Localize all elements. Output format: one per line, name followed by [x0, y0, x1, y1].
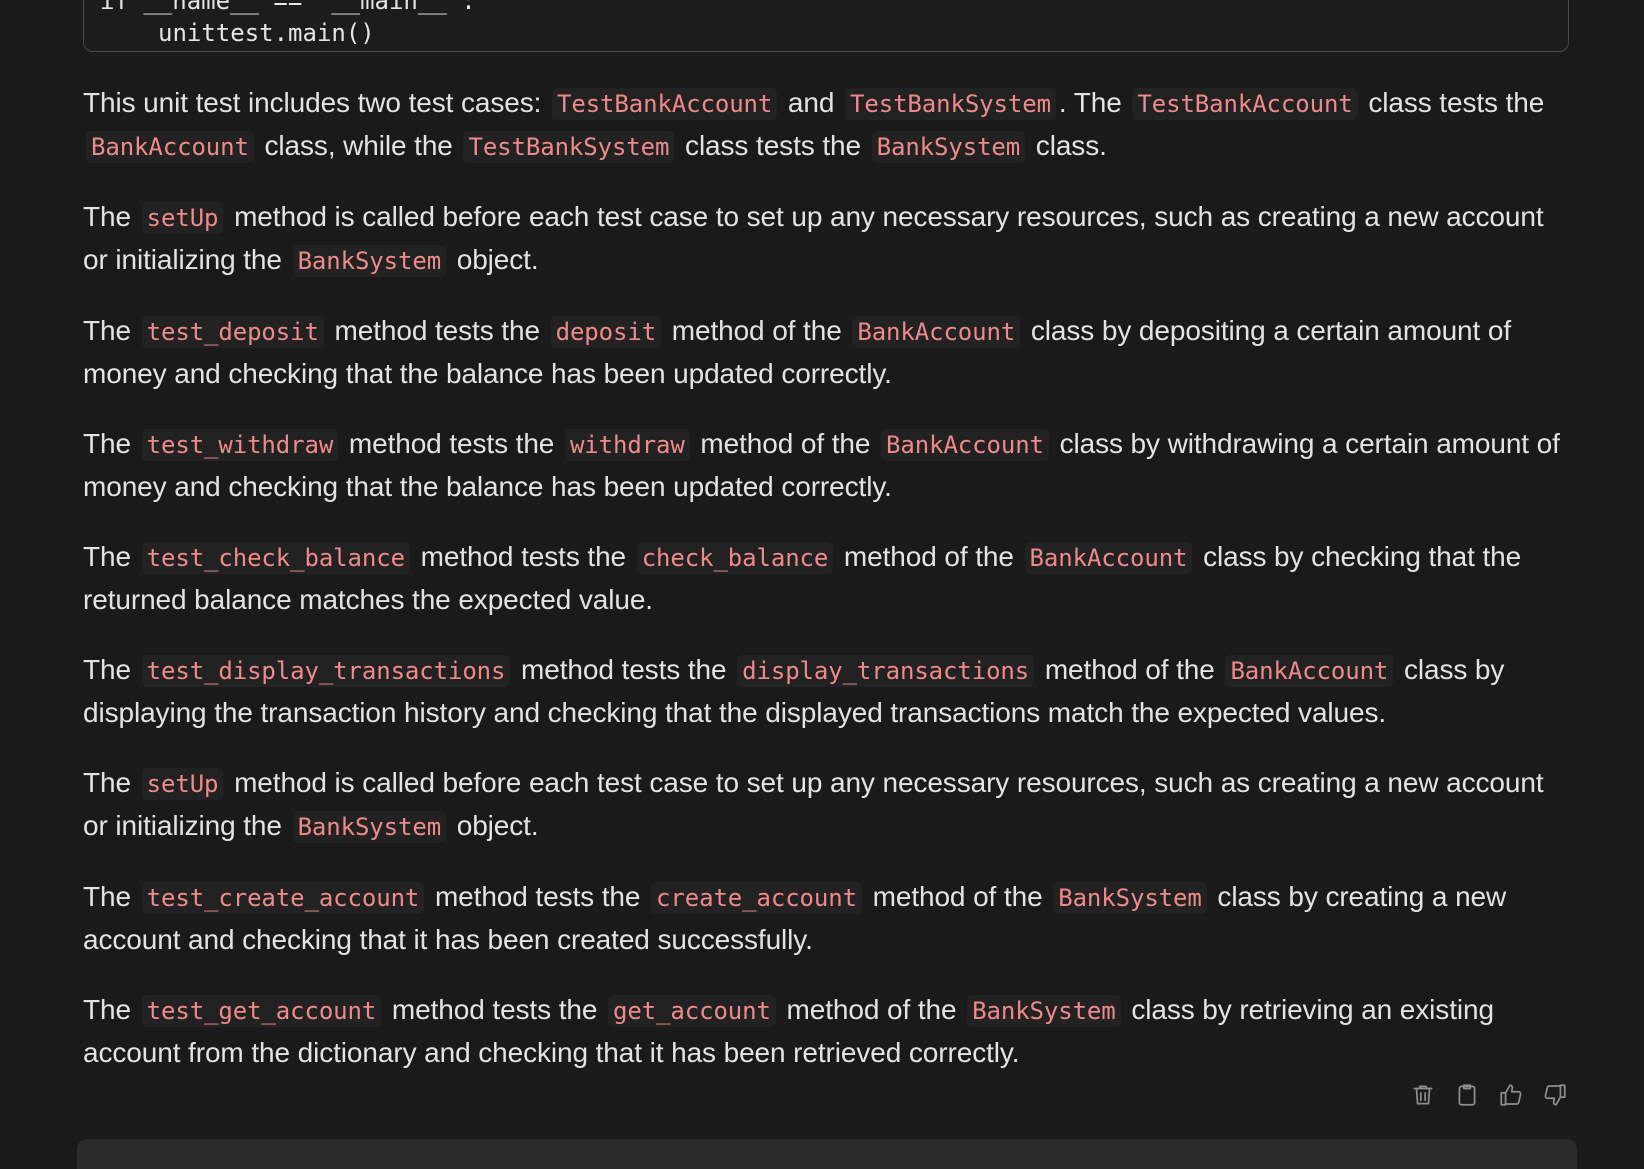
paragraph-text: The	[83, 541, 139, 572]
inline-code: BankSystem	[292, 811, 447, 843]
inline-code: BankAccount	[1024, 542, 1193, 574]
paragraph: The test_get_account method tests the ge…	[83, 989, 1573, 1074]
inline-code: BankSystem	[292, 245, 447, 277]
delete-button[interactable]	[1408, 1080, 1438, 1110]
paragraph-text: object.	[449, 810, 539, 841]
paragraph-text: method tests the	[427, 881, 649, 912]
inline-code: test_check_balance	[141, 542, 410, 574]
inline-code: BankSystem	[871, 131, 1026, 163]
paragraph: The test_check_balance method tests the …	[83, 536, 1573, 621]
inline-code: TestBankAccount	[1132, 88, 1358, 120]
paragraph-text: The	[83, 201, 139, 232]
message-actions	[1408, 1080, 1570, 1110]
code-line: if __name__ == '__main__':	[100, 0, 476, 15]
paragraph: The setUp method is called before each t…	[83, 762, 1573, 848]
paragraph: The test_deposit method tests the deposi…	[83, 310, 1573, 395]
copy-icon	[1458, 1084, 1476, 1106]
paragraph-text: class tests the	[1360, 87, 1545, 118]
paragraph-text: class.	[1028, 130, 1107, 161]
inline-code: BankSystem	[1053, 882, 1207, 914]
paragraph-text: method tests the	[341, 428, 562, 459]
paragraph-text: The	[83, 994, 139, 1025]
inline-code: BankAccount	[86, 131, 254, 163]
paragraph-text: method of the	[664, 315, 850, 346]
paragraph-text: This unit test includes two test cases:	[83, 87, 549, 118]
inline-code: BankSystem	[967, 995, 1121, 1027]
paragraph-text: The	[83, 428, 139, 459]
inline-code: TestBankSystem	[463, 131, 675, 163]
paragraph-text: method tests the	[412, 541, 634, 572]
paragraph-text: . The	[1058, 87, 1130, 118]
delete-icon	[1413, 1085, 1433, 1105]
paragraph: The setUp method is called before each t…	[83, 196, 1573, 282]
inline-code: display_transactions	[737, 655, 1035, 687]
thumbs-down-button[interactable]	[1540, 1080, 1570, 1110]
paragraph-text: The	[83, 767, 139, 798]
inline-code: BankAccount	[881, 429, 1049, 461]
paragraph-text: The	[83, 315, 139, 346]
inline-code: create_account	[651, 882, 862, 914]
paragraph-text: method of the	[692, 428, 879, 459]
paragraph-text: The	[83, 881, 139, 912]
inline-code: test_create_account	[141, 882, 425, 914]
paragraph: The test_create_account method tests the…	[83, 876, 1573, 961]
paragraph-text: method tests the	[513, 654, 735, 685]
paragraph: This unit test includes two test cases: …	[83, 82, 1573, 168]
inline-code: TestBankSystem	[845, 88, 1056, 120]
inline-code: setUp	[141, 768, 224, 800]
inline-code: deposit	[550, 316, 662, 348]
paragraph-text: class, while the	[256, 130, 461, 161]
thumbs-up-button[interactable]	[1496, 1080, 1526, 1110]
paragraph: The test_display_transactions method tes…	[83, 649, 1573, 734]
inline-code: BankAccount	[852, 316, 1021, 348]
inline-code: test_deposit	[141, 316, 324, 348]
inline-code: test_display_transactions	[141, 655, 511, 687]
paragraph-text: and	[780, 87, 843, 118]
copy-button[interactable]	[1452, 1080, 1482, 1110]
inline-code: withdraw	[564, 429, 690, 461]
paragraph-text: class tests the	[677, 130, 869, 161]
paragraph-text: method tests the	[384, 994, 605, 1025]
code-line: unittest.main()	[158, 19, 375, 47]
inline-code: TestBankAccount	[552, 88, 778, 120]
paragraph-text: method of the	[1037, 654, 1223, 685]
paragraph-text: method of the	[836, 541, 1022, 572]
thumbs-down-icon	[1544, 1084, 1566, 1106]
paragraph-text: The	[83, 654, 139, 685]
response-text: This unit test includes two test cases: …	[83, 82, 1573, 1102]
paragraph: The test_withdraw method tests the withd…	[83, 423, 1573, 508]
paragraph-text: object.	[449, 244, 539, 275]
inline-code: BankAccount	[1225, 655, 1394, 687]
paragraph-text: method of the	[778, 994, 965, 1025]
inline-code: test_get_account	[141, 995, 382, 1027]
inline-code: setUp	[141, 202, 224, 234]
inline-code: get_account	[608, 995, 776, 1027]
code-block: if __name__ == '__main__': unittest.main…	[83, 0, 1569, 52]
paragraph-text: method of the	[864, 881, 1051, 912]
paragraph-text: method tests the	[326, 315, 548, 346]
thumbs-up-icon	[1500, 1084, 1522, 1106]
inline-code: test_withdraw	[141, 429, 339, 461]
inline-code: check_balance	[636, 542, 834, 574]
chat-input-edge[interactable]	[77, 1139, 1577, 1169]
